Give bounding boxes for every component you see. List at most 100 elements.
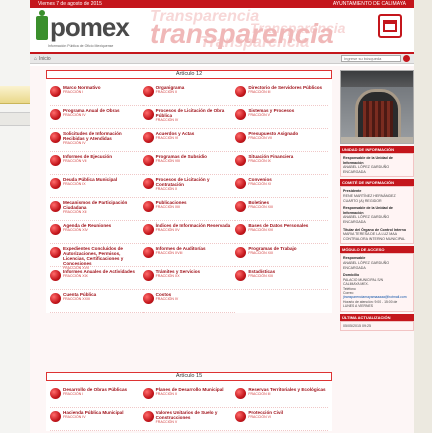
fraction-link[interactable]: Informes de Auditorías FRACCIÓN XVIII: [142, 244, 236, 267]
fraction-link[interactable]: Publicaciones FRACCIÓN XIII: [142, 198, 236, 221]
fraction-link[interactable]: Programas de Subsidio FRACCIÓN VIII: [142, 152, 236, 175]
fraction-link[interactable]: Marco Normativo FRACCIÓN I: [50, 83, 143, 106]
fraction-link[interactable]: Directorio de Servidores Públicos FRACCIÓ…: [235, 83, 328, 106]
fraction-number: FRACCIÓN XII: [63, 210, 87, 214]
fraction-link[interactable]: Mecanismos de Participación Ciudadana FRA…: [50, 198, 143, 221]
fraction-number: FRACCIÓN XXIII: [63, 297, 90, 301]
red-bullet-icon: [142, 247, 154, 258]
fraction-link[interactable]: Costos FRACCIÓN IV: [142, 290, 236, 313]
sidebar-panel: Responsable ANABEL LÓPEZ GARDUÑO ENCARGA…: [340, 253, 414, 312]
fraction-link[interactable]: Cuenta Pública FRACCIÓN XXIII: [50, 290, 143, 313]
fraction-link[interactable]: Planes de Desarrollo Municipal FRACCIÓN I…: [142, 385, 236, 408]
fraction-link[interactable]: Procesos de Licitación de Obra Pública FR…: [142, 106, 236, 129]
red-bullet-icon: [235, 411, 247, 422]
fraction-link[interactable]: Organigrama FRACCIÓN II: [142, 83, 236, 106]
red-bullet-icon: [235, 132, 247, 143]
fraction-number: FRACCIÓN IX: [63, 182, 86, 186]
fraction-title: Solicitudes de Información Recibidas y A…: [63, 131, 122, 141]
fraction-link[interactable]: Acuerdos y Actas FRACCIÓN VI: [142, 129, 236, 152]
fraction-number: FRACCIÓN XXI: [248, 274, 274, 278]
red-bullet-icon: [235, 270, 247, 281]
fraction-number: FRACCIÓN V: [248, 113, 270, 117]
fraction-link[interactable]: Hacienda Pública Municipal FRACCIÓN IV: [50, 408, 143, 431]
red-bullet-icon: [142, 293, 154, 304]
sidebar-label: Responsable de la Unidad de Información: [343, 206, 393, 215]
fraction-link[interactable]: Procesos de Licitación y Contratación FRA…: [142, 175, 236, 198]
fraction-link[interactable]: Índices de Información Reservada FRACCIÓN…: [142, 221, 236, 244]
fraction-number: FRACCIÓN VII: [248, 136, 272, 140]
fraction-link[interactable]: Bases de Datos Personales FRACCIÓN XVI: [235, 221, 328, 244]
red-bullet-icon: [235, 155, 247, 166]
site-header: Transparencia Transparencia Transparenci…: [30, 8, 414, 54]
fraction-grid: Desarrollo de Obras Públicas FRACCIÓN I Pl…: [46, 381, 332, 431]
logo-word: pomex: [50, 12, 130, 42]
fraction-link[interactable]: Protección Civil FRACCIÓN VI: [235, 408, 328, 431]
fraction-link[interactable]: Informes de Ejecución FRACCIÓN VII: [50, 152, 143, 175]
red-bullet-icon: [235, 247, 247, 258]
section-title: Artículo 15: [46, 372, 332, 381]
fraction-title: Expedientes Concluidos de Autorizaciones…: [63, 246, 124, 266]
fraction-link[interactable]: Desarrollo de Obras Públicas FRACCIÓN I: [50, 385, 143, 408]
top-bar: Viernes 7 de agosto de 2015 AYUNTAMIENTO…: [30, 0, 414, 8]
fraction-number: FRACCIÓN XIII: [248, 205, 273, 209]
fraction-number: FRACCIÓN XV: [155, 228, 180, 232]
fraction-number: FRACCIÓN III: [248, 392, 271, 396]
red-bullet-icon: [50, 293, 61, 304]
fraction-link[interactable]: Reservas Territoriales y Ecológicas FRACC…: [235, 385, 328, 408]
fraction-link[interactable]: Situación Financiera FRACCIÓN IX: [235, 152, 328, 175]
fraction-number: FRACCIÓN XVIII: [155, 251, 183, 255]
search-input[interactable]: [341, 55, 401, 62]
logo-word-transparencia: transparencia: [150, 18, 334, 49]
last-update-date: 05/05/2015 09:25: [343, 323, 371, 328]
fraction-number: FRACCIÓN XIX: [63, 274, 88, 278]
fraction-link[interactable]: Solicitudes de Información Recibidas y A…: [50, 129, 143, 152]
fraction-link[interactable]: Deuda Pública Municipal FRACCIÓN IX: [50, 175, 143, 198]
red-bullet-icon: [235, 224, 247, 235]
fraction-number: FRACCIÓN XVI: [248, 228, 274, 232]
fraction-link[interactable]: Estadísticas FRACCIÓN XXI: [235, 267, 328, 290]
fraction-link[interactable]: Agenda de Reuniones FRACCIÓN XIV: [50, 221, 143, 244]
top-link[interactable]: AYUNTAMIENTO DE CALIMAYA: [333, 0, 406, 8]
fraction-number: FRACCIÓN X: [155, 187, 178, 191]
fraction-title: Mecanismos de Participación Ciudadana: [63, 200, 128, 210]
page: Viernes 7 de agosto de 2015 AYUNTAMIENTO…: [30, 0, 414, 433]
fraction-number: FRACCIÓN IV: [63, 415, 86, 419]
fraction-number: FRACCIÓN VI: [155, 136, 179, 140]
fraction-link[interactable]: Presupuesto Asignado FRACCIÓN VII: [235, 129, 328, 152]
red-bullet-icon: [142, 388, 154, 399]
fraction-title: Procesos de Licitación y Contratación: [155, 177, 210, 187]
red-bullet-icon: [235, 109, 247, 120]
fraction-number: FRACCIÓN XIV: [63, 228, 88, 232]
sidebar-heading: MÓDULO DE ACCESO: [340, 246, 414, 254]
fraction-title: Valores Unitarios de Suelo y Construccio…: [155, 410, 218, 420]
fraction-number: FRACCIÓN I: [63, 90, 84, 94]
fraction-link[interactable]: Programas de Trabajo FRACCIÓN XIX: [235, 244, 328, 267]
fraction-link[interactable]: Trámites y Servicios FRACCIÓN XX: [142, 267, 236, 290]
fraction-number: FRACCIÓN VII: [63, 159, 87, 163]
fraction-link[interactable]: Boletines FRACCIÓN XIII: [235, 198, 328, 221]
ipomex-logo[interactable]: pomex: [36, 10, 130, 42]
home-label: Inicio: [39, 55, 51, 62]
sidebar-heading: COMITÉ DE INFORMACIÓN: [340, 179, 414, 187]
red-bullet-icon: [50, 109, 61, 120]
fraction-link[interactable]: Valores Unitarios de Suelo y Construccio…: [142, 408, 236, 431]
red-bullet-icon: [50, 178, 61, 189]
sidebar-value: CONTRALORA INTERNO MUNICIPAL: [343, 236, 406, 241]
home-link[interactable]: ⌂ Inicio: [34, 56, 51, 62]
home-icon: ⌂: [34, 55, 38, 62]
fraction-number: FRACCIÓN II: [155, 90, 177, 94]
red-bullet-icon: [142, 224, 154, 235]
sidebar-panel: Responsable de la Unidad de Información …: [340, 153, 414, 178]
fraction-link[interactable]: Sistemas y Procesos FRACCIÓN V: [235, 106, 328, 129]
red-bullet-icon: [50, 201, 61, 212]
fraction-link[interactable]: Programa Anual de Obras FRACCIÓN IV: [50, 106, 143, 129]
search-button[interactable]: [403, 55, 410, 62]
red-bullet-icon: [50, 224, 61, 235]
fraction-link[interactable]: Convenios FRACCIÓN XI: [235, 175, 328, 198]
red-bullet-icon: [50, 247, 61, 258]
fraction-number: FRACCIÓN XX: [155, 274, 180, 278]
sidebar-heading: UNIDAD DE INFORMACIÓN: [340, 146, 414, 153]
fraction-link[interactable]: Informes Anuales de Actividades FRACCIÓN …: [50, 267, 143, 290]
fraction-link[interactable]: Expedientes Concluidos de Autorizaciones…: [50, 244, 143, 270]
fraction-number: FRACCIÓN XI: [248, 182, 271, 186]
